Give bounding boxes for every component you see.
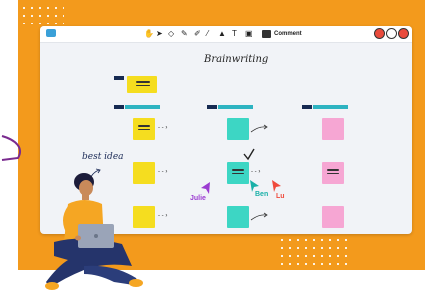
- highlighter-icon[interactable]: ✐: [194, 28, 201, 40]
- intro-header: [114, 76, 126, 80]
- sticky-note-pink[interactable]: [322, 206, 344, 228]
- text-icon[interactable]: T: [232, 28, 237, 40]
- avatar[interactable]: [398, 28, 409, 39]
- comment-icon: [262, 30, 271, 38]
- app-logo-icon[interactable]: [46, 29, 56, 37]
- cursor-julie-icon: [201, 182, 210, 194]
- sticky-note-pink[interactable]: [322, 162, 344, 184]
- hand-icon[interactable]: ✋: [144, 28, 154, 40]
- arrow-icon: [250, 124, 268, 133]
- avatar[interactable]: [374, 28, 385, 39]
- dot-pattern-bottom: [278, 236, 348, 276]
- arrow-icon: - - ›: [158, 169, 168, 175]
- intro-sticky-note[interactable]: [127, 76, 157, 93]
- sticky-note-icon[interactable]: ▣: [245, 28, 253, 40]
- toolbar: ✋ ➤ ◇ ✎ ✐ ⁄ ▲ T ▣ Comment: [40, 26, 412, 43]
- sticky-note-teal[interactable]: [227, 162, 249, 184]
- best-idea-annotation: best idea: [82, 152, 124, 162]
- arrow-icon: - - ›: [158, 125, 168, 131]
- sticky-note-teal[interactable]: [227, 118, 249, 140]
- cursor-label-julie: Julie: [190, 195, 206, 202]
- arrow-icon: - - ›: [158, 213, 168, 219]
- cursor-lu-icon: [272, 180, 281, 192]
- eraser-icon[interactable]: ◇: [168, 28, 174, 40]
- arrow-icon: [250, 212, 268, 221]
- sticky-note-pink[interactable]: [322, 118, 344, 140]
- sticky-note-teal[interactable]: [227, 206, 249, 228]
- pointer-icon[interactable]: ➤: [156, 28, 163, 40]
- dot-pattern-top: [20, 4, 64, 24]
- comment-label: Comment: [274, 31, 302, 37]
- cursor-label-ben: Ben: [255, 191, 269, 198]
- cursor-label-lu: Lu: [276, 193, 285, 200]
- sticky-note-yellow[interactable]: [133, 118, 155, 140]
- pen-icon[interactable]: ✎: [181, 28, 188, 40]
- shape-icon[interactable]: ▲: [218, 28, 226, 40]
- board-title: Brainwriting: [204, 54, 269, 65]
- purple-curve-decoration: [1, 135, 21, 161]
- comment-button[interactable]: Comment: [262, 28, 302, 40]
- avatar[interactable]: [386, 28, 397, 39]
- line-icon[interactable]: ⁄: [207, 28, 208, 40]
- person-with-laptop-illustration: [45, 173, 143, 290]
- check-mark-icon: [243, 148, 255, 161]
- arrow-icon: - - ›: [251, 169, 261, 175]
